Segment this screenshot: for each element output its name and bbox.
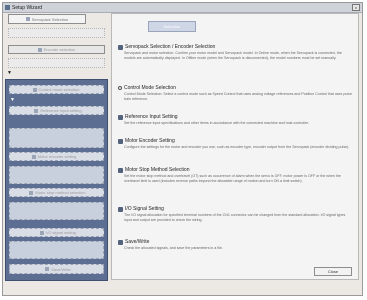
section-save-write: Save/Write Check the allocated signals, … — [118, 239, 354, 251]
section-title: Save/Write — [125, 239, 150, 245]
io-signal-step[interactable]: I/O signal setting — [9, 228, 104, 237]
section-desc: Set the reference input specifications a… — [124, 121, 309, 125]
section-title: Control Mode Selection — [124, 85, 176, 91]
servopack-section-icon — [118, 44, 123, 50]
section-io-signal: I/O Signal Setting The I/O signal alloca… — [118, 206, 354, 223]
step-spacer-b — [9, 166, 104, 184]
radio-icon — [118, 86, 122, 90]
section-title: Reference Input Setting — [125, 114, 178, 120]
section-desc: Set the motor stop method and overtravel… — [124, 174, 341, 183]
section-title: I/O Signal Setting — [125, 206, 164, 212]
title-bar: Setup Wizard x — [3, 3, 362, 13]
reference-icon — [34, 108, 39, 113]
step-list-area: Control mode selection ▼ Reference input… — [5, 79, 108, 281]
section-motor-encoder: Motor Encoder Setting Configure the sett… — [118, 138, 354, 150]
section-desc: Check the allocated signals, and save th… — [124, 246, 223, 250]
stop-section-icon — [118, 167, 123, 173]
save-write-step[interactable]: Save/Write — [9, 264, 104, 274]
io-icon — [40, 230, 45, 235]
close-icon[interactable]: x — [352, 4, 360, 11]
close-button[interactable]: Close — [314, 267, 352, 276]
step-spacer-a — [9, 128, 104, 148]
encoder-icon — [37, 47, 42, 52]
window-title: Setup Wizard — [12, 4, 43, 11]
motor-encoder-button[interactable]: Motor encoder setting — [14, 153, 94, 160]
stop-method-step[interactable]: Motor stop method selection — [9, 188, 104, 197]
section-title: Servopack Selection / Encoder Selection — [125, 44, 216, 50]
selection-button[interactable]: Selection — [148, 21, 196, 32]
reference-input-button[interactable]: Reference input setting — [18, 107, 98, 114]
step-spacer-c — [9, 202, 104, 220]
section-desc: The I/O signal allocation for specified … — [124, 213, 346, 222]
reference-section-icon — [118, 114, 123, 120]
right-description-panel: Selection Servopack Selection / Encoder … — [111, 13, 359, 280]
section-servopack: Servopack Selection / Encoder Selection … — [118, 44, 354, 61]
io-signal-button[interactable]: I/O signal setting — [28, 229, 88, 236]
control-mode-step[interactable]: Control mode selection — [9, 85, 104, 94]
step-arrow-icon: ▼ — [10, 97, 15, 103]
save-section-icon — [118, 239, 123, 245]
section-title: Motor Encoder Setting — [125, 138, 175, 144]
stop-method-button[interactable]: Motor stop method selection — [20, 189, 95, 196]
control-mode-button[interactable]: Control mode selection — [26, 86, 86, 93]
save-icon — [45, 267, 50, 271]
motor-icon — [31, 154, 36, 159]
io-section-icon — [118, 206, 123, 212]
servopack-selection-button[interactable]: Servopack Selection — [8, 14, 86, 24]
stop-icon — [29, 190, 34, 195]
section-reference-input: Reference Input Setting Set the referenc… — [118, 114, 354, 126]
servopack-icon — [25, 17, 30, 21]
left-step-panel: Servopack Selection Encoder selection ▼ … — [5, 13, 108, 281]
step-spacer-d — [9, 241, 104, 259]
section-control-mode: Control Mode Selection Control Mode Sele… — [118, 85, 354, 102]
reference-input-step[interactable]: Reference input setting — [9, 106, 104, 115]
motor-section-icon — [118, 138, 123, 144]
save-write-button[interactable]: Save/Write — [34, 265, 82, 273]
app-icon — [5, 5, 10, 10]
section-title: Motor Stop Method Selection — [125, 167, 190, 173]
encoder-selection-button[interactable]: Encoder selection — [8, 45, 105, 54]
down-arrow-icon: ▼ — [7, 70, 12, 76]
control-mode-icon — [32, 87, 37, 92]
motor-encoder-step[interactable]: Motor encoder setting — [9, 152, 104, 161]
step-placeholder-2 — [8, 58, 105, 68]
section-desc: Control Mode Selection: Select a control… — [124, 92, 352, 101]
section-desc: Configure the settings for the motor and… — [124, 145, 350, 149]
step-placeholder-1 — [8, 28, 105, 38]
section-stop-method: Motor Stop Method Selection Set the moto… — [118, 167, 354, 184]
section-desc: Servopack and motor selection. Confirm y… — [124, 51, 342, 60]
